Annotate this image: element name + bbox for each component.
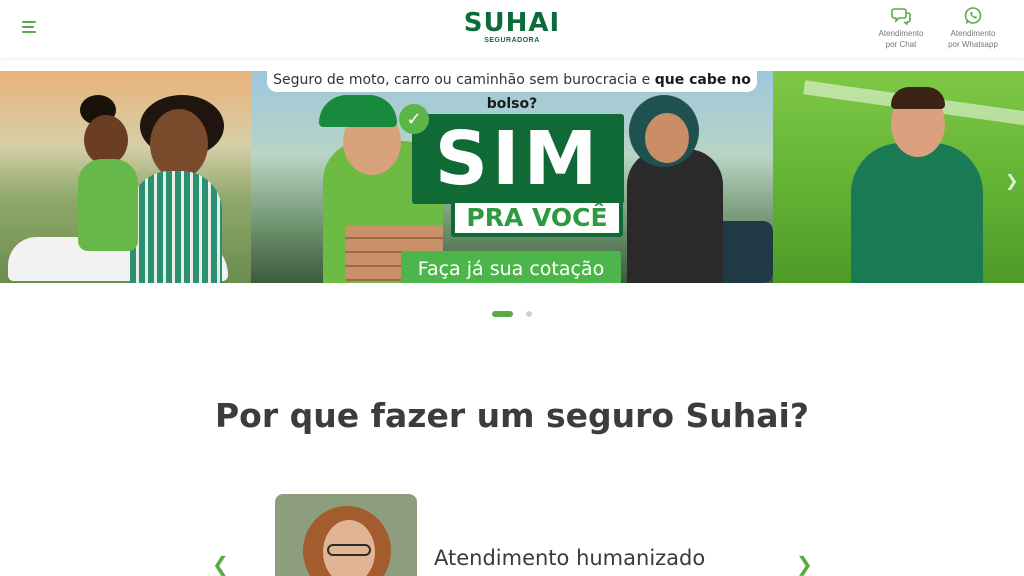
logo-subtitle: SEGURADORA [484, 37, 540, 44]
whatsapp-support-link[interactable]: Atendimento por Whatsapp [942, 6, 1004, 50]
chat-support-link[interactable]: Atendimento por Chat [870, 6, 932, 50]
woman-body [130, 171, 222, 283]
chat-icon [891, 8, 911, 26]
carousel-dot-1[interactable] [492, 311, 513, 317]
feature-card-title: Atendimento humanizado [434, 546, 706, 570]
rider-face [645, 113, 689, 163]
tagline-plain: Seguro de moto, carro ou caminhão sem bu… [273, 72, 655, 88]
delivery-man-cap [319, 95, 397, 127]
whatsapp-icon [964, 7, 982, 24]
rider-body [627, 149, 723, 283]
banner-tagline: Seguro de moto, carro ou caminhão sem bu… [267, 71, 757, 112]
chat-label-line1: Atendimento [878, 29, 924, 38]
subheadline-text: PRA VOCÊ [451, 199, 623, 237]
man-hair [891, 87, 945, 109]
banner-next-icon[interactable]: ❯ [1005, 171, 1018, 191]
attendant-photo [275, 494, 417, 576]
woman-head [150, 109, 208, 179]
hamburger-menu-icon[interactable] [22, 19, 42, 35]
girl-body [78, 159, 138, 251]
family-car-photo [0, 71, 251, 283]
chat-label-line2: por Chat [885, 40, 917, 49]
headline-box: SIM [412, 114, 624, 204]
headline-text: SIM [434, 116, 602, 202]
check-icon: ✓ [399, 104, 429, 134]
logo-name: SUHAI [463, 8, 561, 38]
suhai-logo[interactable]: SUHAI SEGURADORA [458, 9, 566, 45]
section-title: Por que fazer um seguro Suhai? [215, 396, 809, 435]
chevron-right-icon[interactable]: ❯ [796, 552, 813, 576]
hero-banner[interactable]: ❯ Seguro de moto, carro ou caminhão sem … [0, 71, 1024, 283]
attendant-glasses [327, 544, 371, 556]
quote-cta-button[interactable]: Faça já sua cotação [401, 251, 621, 283]
man-body [851, 143, 983, 283]
truck-driver-photo: ❯ [773, 71, 1024, 283]
carousel-dot-2[interactable] [526, 311, 532, 317]
girl-head [84, 115, 128, 165]
whatsapp-label-line2: por Whatsapp [948, 40, 998, 49]
whatsapp-label-line1: Atendimento [950, 29, 996, 38]
chevron-left-icon[interactable]: ❮ [212, 552, 229, 576]
site-header: SUHAI SEGURADORA Atendimento por Chat At… [0, 0, 1024, 58]
